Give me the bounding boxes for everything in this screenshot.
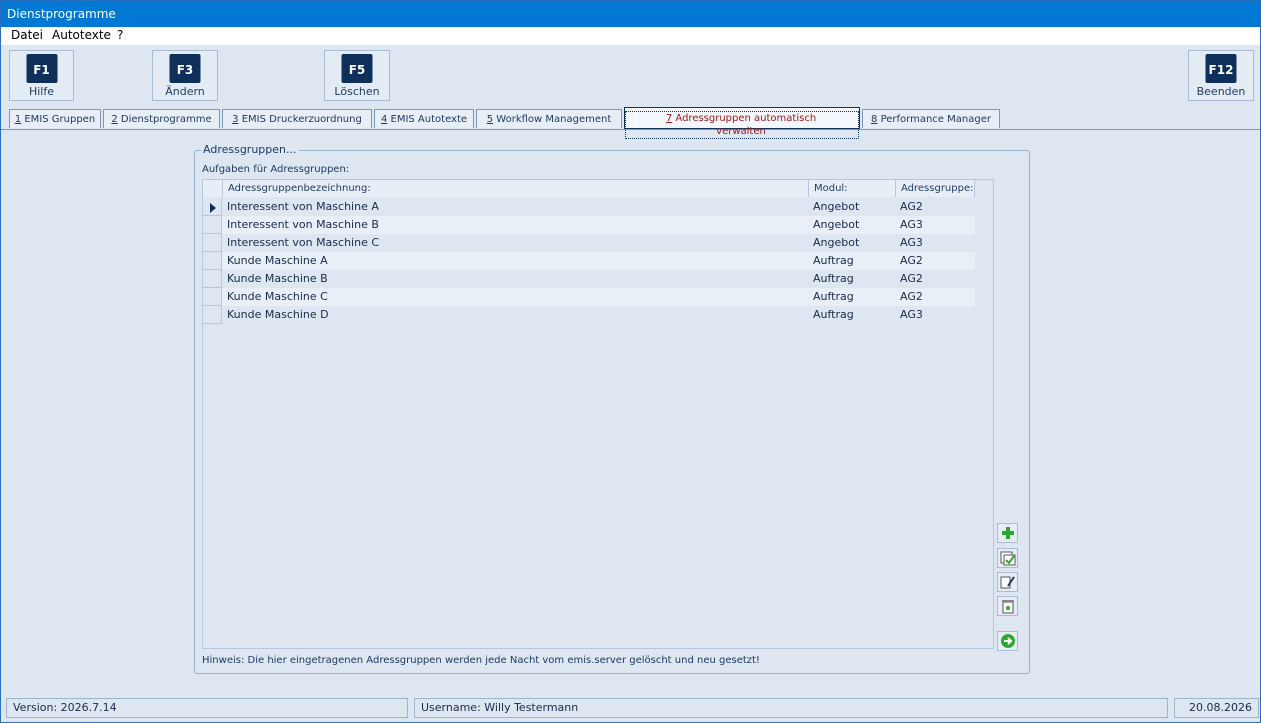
cell-modul: Angebot — [813, 236, 860, 249]
cell-adressgruppe: AG3 — [900, 218, 923, 231]
edit-note-button[interactable] — [997, 572, 1018, 592]
status-date: 20.08.2026 — [1174, 698, 1259, 718]
cell-bezeichnung: Kunde Maschine A — [227, 254, 328, 267]
help-button[interactable]: F1 Hilfe — [9, 50, 74, 101]
tab-autotexte[interactable]: 4 EMIS Autotexte — [374, 109, 474, 128]
status-version: Version: 2026.7.14 — [6, 698, 408, 718]
f12-key-icon: F12 — [1205, 54, 1237, 83]
tab-performance-manager[interactable]: 8 Performance Manager — [862, 109, 1000, 128]
cell-modul: Auftrag — [813, 254, 854, 267]
row-selector[interactable] — [203, 306, 222, 324]
menu-bar: Datei Autotexte ? — [1, 27, 1260, 45]
delete-entry-button[interactable] — [997, 596, 1018, 616]
menu-help[interactable]: ? — [117, 28, 123, 42]
toolbar: F1 Hilfe F3 Ändern F5 Löschen F12 Beende… — [1, 45, 1260, 102]
row-selector[interactable] — [203, 216, 222, 234]
groupbox-title: Adressgruppen... — [201, 143, 299, 156]
edit-note-icon — [1000, 576, 1015, 589]
delete-label: Löschen — [334, 85, 380, 98]
grid-caption: Aufgaben für Adressgruppen: — [202, 164, 350, 175]
add-button[interactable] — [997, 523, 1018, 543]
status-username: Username: Willy Testermann — [414, 698, 1168, 718]
window-title: Dienstprogramme — [7, 7, 116, 21]
column-header-modul[interactable]: Modul: — [809, 180, 896, 197]
exit-label: Beenden — [1196, 85, 1246, 98]
row-selector[interactable] — [203, 288, 222, 306]
hint-text: Hinweis: Die hier eingetragenen Adressgr… — [202, 655, 760, 666]
column-header-bezeichnung[interactable]: Adressgruppenbezeichnung: — [223, 180, 809, 197]
row-selector[interactable] — [203, 198, 222, 216]
row-selector-header — [203, 180, 223, 197]
trash-icon — [1001, 600, 1014, 614]
cell-adressgruppe: AG2 — [900, 272, 923, 285]
row-selector[interactable] — [203, 234, 222, 252]
exit-button[interactable]: F12 Beenden — [1188, 50, 1254, 101]
cell-adressgruppe: AG3 — [900, 308, 923, 321]
cell-bezeichnung: Interessent von Maschine B — [227, 218, 379, 231]
forward-button[interactable] — [997, 631, 1018, 651]
cell-modul: Auftrag — [813, 272, 854, 285]
edit-button[interactable]: F3 Ändern — [152, 50, 218, 101]
current-row-arrow-icon — [210, 203, 216, 213]
cell-modul: Angebot — [813, 200, 860, 213]
cell-bezeichnung: Interessent von Maschine C — [227, 236, 380, 249]
tab-druckerzuordnung[interactable]: 3 EMIS Druckerzuordnung — [222, 109, 372, 128]
cell-adressgruppe: AG2 — [900, 200, 923, 213]
table-row[interactable]: Interessent von Maschine B Angebot AG3 — [203, 216, 975, 234]
check-list-icon — [1000, 551, 1015, 566]
menu-autotexte[interactable]: Autotexte — [52, 28, 111, 42]
tab-dienstprogramme[interactable]: 2 Dienstprogramme — [103, 109, 220, 128]
cell-bezeichnung: Interessent von Maschine A — [227, 200, 379, 213]
title-bar: Dienstprogramme — [1, 1, 1260, 27]
f1-key-icon: F1 — [26, 54, 57, 83]
table-row[interactable]: Interessent von Maschine C Angebot AG3 — [203, 234, 975, 252]
forward-arrow-icon — [1000, 634, 1015, 648]
table-row[interactable]: Kunde Maschine A Auftrag AG2 — [203, 252, 975, 270]
app-window: Dienstprogramme Datei Autotexte ? F1 Hil… — [0, 0, 1261, 723]
help-label: Hilfe — [28, 85, 55, 98]
column-header-adressgruppe[interactable]: Adressgruppe: — [896, 180, 975, 197]
status-bar: Version: 2026.7.14 Username: Willy Teste… — [1, 695, 1260, 723]
cell-bezeichnung: Kunde Maschine B — [227, 272, 328, 285]
tab-adressgruppen[interactable]: 7 Adressgruppen automatisch verwalten — [624, 107, 860, 139]
cell-modul: Auftrag — [813, 290, 854, 303]
f5-key-icon: F5 — [341, 54, 373, 83]
tab-emis-gruppen[interactable]: 1 EMIS Gruppen — [9, 109, 101, 128]
f3-key-icon: F3 — [169, 54, 201, 83]
tab-strip: 1 EMIS Gruppen 2 Dienstprogramme 3 EMIS … — [1, 107, 1260, 139]
row-selector[interactable] — [203, 270, 222, 288]
cell-bezeichnung: Kunde Maschine D — [227, 308, 329, 321]
check-list-button[interactable] — [997, 548, 1018, 568]
add-icon — [1001, 527, 1014, 539]
tab-workflow-management[interactable]: 5 Workflow Management — [476, 109, 622, 128]
cell-modul: Auftrag — [813, 308, 854, 321]
table-row[interactable]: Kunde Maschine D Auftrag AG3 — [203, 306, 975, 324]
delete-button[interactable]: F5 Löschen — [324, 50, 390, 101]
table-row[interactable]: Kunde Maschine C Auftrag AG2 — [203, 288, 975, 306]
cell-modul: Angebot — [813, 218, 860, 231]
table-row[interactable]: Interessent von Maschine A Angebot AG2 — [203, 198, 975, 216]
cell-adressgruppe: AG3 — [900, 236, 923, 249]
table-row[interactable]: Kunde Maschine B Auftrag AG2 — [203, 270, 975, 288]
row-selector[interactable] — [203, 252, 222, 270]
menu-datei[interactable]: Datei — [11, 28, 43, 42]
cell-bezeichnung: Kunde Maschine C — [227, 290, 328, 303]
cell-adressgruppe: AG2 — [900, 254, 923, 267]
cell-adressgruppe: AG2 — [900, 290, 923, 303]
edit-label: Ändern — [165, 85, 205, 98]
